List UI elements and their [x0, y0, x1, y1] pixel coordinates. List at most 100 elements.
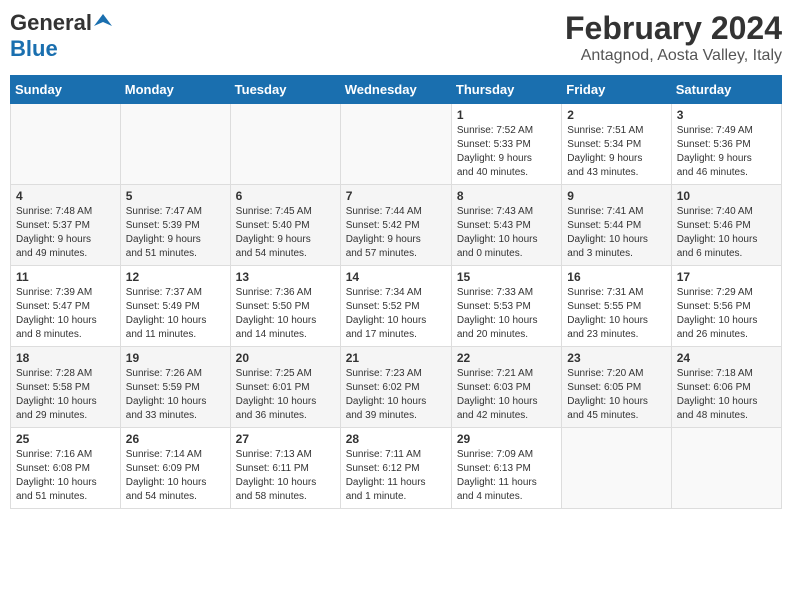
day-detail: Sunrise: 7:51 AM Sunset: 5:34 PM Dayligh… — [567, 124, 665, 180]
logo-general: General — [10, 10, 92, 36]
day-detail: Sunrise: 7:45 AM Sunset: 5:40 PM Dayligh… — [236, 205, 335, 261]
table-row: 10 Sunrise: 7:40 AM Sunset: 5:46 PM Dayli… — [671, 185, 781, 266]
table-row: 19Sunrise: 7:26 AM Sunset: 5:59 PM Dayli… — [120, 347, 230, 428]
table-row: 29 Sunrise: 7:09 AM Sunset: 6:13 PM Dayli… — [451, 428, 561, 509]
day-number: 7 — [346, 189, 446, 203]
day-number: 4 — [16, 189, 115, 203]
table-row: 20 Sunrise: 7:25 AM Sunset: 6:01 PM Dayli… — [230, 347, 340, 428]
title-block: February 2024 Antagnod, Aosta Valley, It… — [565, 10, 782, 65]
col-wednesday: Wednesday — [340, 76, 451, 104]
day-number: 8 — [457, 189, 556, 203]
day-detail: Sunrise: 7:25 AM Sunset: 6:01 PM Dayligh… — [236, 367, 335, 423]
day-detail: Sunrise: 7:40 AM Sunset: 5:46 PM Dayligh… — [677, 205, 776, 261]
calendar-row-3: 11 Sunrise: 7:39 AM Sunset: 5:47 PM Dayli… — [11, 266, 782, 347]
page-subtitle: Antagnod, Aosta Valley, Italy — [565, 47, 782, 65]
table-row: 7 Sunrise: 7:44 AM Sunset: 5:42 PM Daylig… — [340, 185, 451, 266]
table-row — [230, 104, 340, 185]
calendar-row-2: 4Sunrise: 7:48 AM Sunset: 5:37 PM Daylig… — [11, 185, 782, 266]
day-number: 23 — [567, 351, 665, 365]
table-row: 2Sunrise: 7:51 AM Sunset: 5:34 PM Daylig… — [562, 104, 671, 185]
table-row: 17 Sunrise: 7:29 AM Sunset: 5:56 PM Dayli… — [671, 266, 781, 347]
col-saturday: Saturday — [671, 76, 781, 104]
table-row: 9 Sunrise: 7:41 AM Sunset: 5:44 PM Daylig… — [562, 185, 671, 266]
page-header: General Blue February 2024 Antagnod, Aos… — [10, 10, 782, 65]
day-number: 27 — [236, 432, 335, 446]
day-detail: Sunrise: 7:28 AM Sunset: 5:58 PM Dayligh… — [16, 367, 115, 423]
day-number: 26 — [126, 432, 225, 446]
day-detail: Sunrise: 7:36 AM Sunset: 5:50 PM Dayligh… — [236, 286, 335, 342]
table-row: 22Sunrise: 7:21 AM Sunset: 6:03 PM Dayli… — [451, 347, 561, 428]
day-number: 22 — [457, 351, 556, 365]
day-number: 1 — [457, 108, 556, 122]
day-detail: Sunrise: 7:26 AM Sunset: 5:59 PM Dayligh… — [126, 367, 225, 423]
day-number: 12 — [126, 270, 225, 284]
table-row: 23Sunrise: 7:20 AM Sunset: 6:05 PM Dayli… — [562, 347, 671, 428]
day-detail: Sunrise: 7:44 AM Sunset: 5:42 PM Dayligh… — [346, 205, 446, 261]
table-row: 18 Sunrise: 7:28 AM Sunset: 5:58 PM Dayli… — [11, 347, 121, 428]
table-row: 8 Sunrise: 7:43 AM Sunset: 5:43 PM Daylig… — [451, 185, 561, 266]
table-row: 24 Sunrise: 7:18 AM Sunset: 6:06 PM Dayli… — [671, 347, 781, 428]
col-friday: Friday — [562, 76, 671, 104]
day-number: 17 — [677, 270, 776, 284]
day-detail: Sunrise: 7:18 AM Sunset: 6:06 PM Dayligh… — [677, 367, 776, 423]
table-row — [671, 428, 781, 509]
day-number: 20 — [236, 351, 335, 365]
table-row: 26 Sunrise: 7:14 AM Sunset: 6:09 PM Dayli… — [120, 428, 230, 509]
day-number: 24 — [677, 351, 776, 365]
calendar-row-1: 1 Sunrise: 7:52 AM Sunset: 5:33 PM Daylig… — [11, 104, 782, 185]
calendar-row-5: 25 Sunrise: 7:16 AM Sunset: 6:08 PM Dayli… — [11, 428, 782, 509]
day-number: 5 — [126, 189, 225, 203]
calendar-header-row: Sunday Monday Tuesday Wednesday Thursday… — [11, 76, 782, 104]
calendar-table: Sunday Monday Tuesday Wednesday Thursday… — [10, 75, 782, 509]
day-detail: Sunrise: 7:34 AM Sunset: 5:52 PM Dayligh… — [346, 286, 446, 342]
day-detail: Sunrise: 7:43 AM Sunset: 5:43 PM Dayligh… — [457, 205, 556, 261]
table-row — [340, 104, 451, 185]
day-detail: Sunrise: 7:33 AM Sunset: 5:53 PM Dayligh… — [457, 286, 556, 342]
calendar-row-4: 18 Sunrise: 7:28 AM Sunset: 5:58 PM Dayli… — [11, 347, 782, 428]
day-number: 21 — [346, 351, 446, 365]
day-number: 6 — [236, 189, 335, 203]
table-row: 14 Sunrise: 7:34 AM Sunset: 5:52 PM Dayli… — [340, 266, 451, 347]
table-row: 4Sunrise: 7:48 AM Sunset: 5:37 PM Daylig… — [11, 185, 121, 266]
day-number: 16 — [567, 270, 665, 284]
day-detail: Sunrise: 7:31 AM Sunset: 5:55 PM Dayligh… — [567, 286, 665, 342]
day-detail: Sunrise: 7:39 AM Sunset: 5:47 PM Dayligh… — [16, 286, 115, 342]
table-row: 3 Sunrise: 7:49 AM Sunset: 5:36 PM Daylig… — [671, 104, 781, 185]
table-row: 13 Sunrise: 7:36 AM Sunset: 5:50 PM Dayli… — [230, 266, 340, 347]
day-number: 13 — [236, 270, 335, 284]
col-thursday: Thursday — [451, 76, 561, 104]
day-detail: Sunrise: 7:52 AM Sunset: 5:33 PM Dayligh… — [457, 124, 556, 180]
day-number: 11 — [16, 270, 115, 284]
table-row: 27 Sunrise: 7:13 AM Sunset: 6:11 PM Dayli… — [230, 428, 340, 509]
col-tuesday: Tuesday — [230, 76, 340, 104]
day-detail: Sunrise: 7:47 AM Sunset: 5:39 PM Dayligh… — [126, 205, 225, 261]
day-detail: Sunrise: 7:16 AM Sunset: 6:08 PM Dayligh… — [16, 448, 115, 504]
day-number: 18 — [16, 351, 115, 365]
day-detail: Sunrise: 7:14 AM Sunset: 6:09 PM Dayligh… — [126, 448, 225, 504]
table-row: 25 Sunrise: 7:16 AM Sunset: 6:08 PM Dayli… — [11, 428, 121, 509]
day-detail: Sunrise: 7:11 AM Sunset: 6:12 PM Dayligh… — [346, 448, 446, 504]
day-number: 10 — [677, 189, 776, 203]
table-row: 5 Sunrise: 7:47 AM Sunset: 5:39 PM Daylig… — [120, 185, 230, 266]
day-detail: Sunrise: 7:13 AM Sunset: 6:11 PM Dayligh… — [236, 448, 335, 504]
day-number: 29 — [457, 432, 556, 446]
table-row — [562, 428, 671, 509]
day-number: 25 — [16, 432, 115, 446]
day-number: 14 — [346, 270, 446, 284]
logo: General Blue — [10, 10, 112, 62]
day-number: 9 — [567, 189, 665, 203]
page-title: February 2024 — [565, 10, 782, 47]
day-number: 3 — [677, 108, 776, 122]
day-number: 15 — [457, 270, 556, 284]
day-detail: Sunrise: 7:49 AM Sunset: 5:36 PM Dayligh… — [677, 124, 776, 180]
day-detail: Sunrise: 7:09 AM Sunset: 6:13 PM Dayligh… — [457, 448, 556, 504]
day-detail: Sunrise: 7:29 AM Sunset: 5:56 PM Dayligh… — [677, 286, 776, 342]
table-row: 12Sunrise: 7:37 AM Sunset: 5:49 PM Dayli… — [120, 266, 230, 347]
table-row: 11 Sunrise: 7:39 AM Sunset: 5:47 PM Dayli… — [11, 266, 121, 347]
table-row: 21Sunrise: 7:23 AM Sunset: 6:02 PM Dayli… — [340, 347, 451, 428]
day-number: 28 — [346, 432, 446, 446]
logo-blue: Blue — [10, 36, 58, 61]
table-row — [11, 104, 121, 185]
day-detail: Sunrise: 7:41 AM Sunset: 5:44 PM Dayligh… — [567, 205, 665, 261]
col-monday: Monday — [120, 76, 230, 104]
